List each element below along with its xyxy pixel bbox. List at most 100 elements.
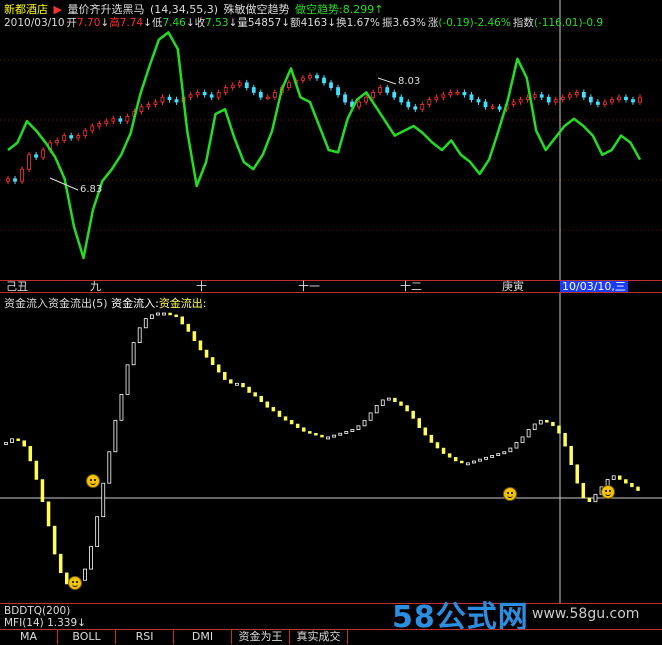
- high-annotation: 8.03: [398, 76, 421, 87]
- candle-body: [364, 96, 369, 103]
- vol-value: 54857: [247, 17, 282, 29]
- flow-bar-out: [16, 438, 20, 442]
- tab-fund-king[interactable]: 资金为王: [232, 630, 290, 644]
- candle-body: [497, 106, 502, 110]
- flow-bar-out: [569, 445, 573, 465]
- candle-body: [153, 101, 158, 105]
- candle-body: [624, 96, 628, 100]
- fund-flow-chart[interactable]: [0, 293, 662, 603]
- tab-rsi[interactable]: RSI: [116, 630, 174, 644]
- tab-dmi[interactable]: DMI: [174, 630, 232, 644]
- flow-bar-in: [374, 405, 379, 414]
- flow-bar-out: [204, 349, 209, 358]
- tab-ma[interactable]: MA: [0, 630, 58, 644]
- flow-bar-in: [356, 425, 361, 430]
- candle-body: [265, 96, 270, 100]
- candle-body: [139, 106, 144, 113]
- mfi-label: MFI(14) 1.339: [4, 617, 78, 629]
- flow-bar-in: [235, 382, 239, 386]
- flow-bar-out: [447, 453, 452, 458]
- flow-bar-out: [587, 497, 592, 502]
- flow-bar-in: [137, 327, 142, 343]
- candle-body: [329, 82, 333, 89]
- flow-bar-out: [216, 364, 221, 373]
- flow-bar-out: [393, 397, 397, 403]
- flow-bar-in: [520, 436, 525, 443]
- time-axis: 己丑 九 十 十一 十二 庚寅 10/03/10,三: [0, 280, 662, 293]
- candle-body: [188, 94, 193, 98]
- tab-boll[interactable]: BOLL: [58, 630, 116, 644]
- candle-body: [209, 94, 214, 98]
- flow-bar-out: [460, 460, 464, 464]
- amp-value: 3.63%: [392, 17, 426, 29]
- flow-bar-in: [478, 458, 482, 462]
- chg-value: (-0.19)-2.46%: [438, 17, 511, 29]
- amp-label: 振: [381, 17, 393, 29]
- flow-bar-out: [52, 525, 57, 555]
- flow-bar-in: [156, 312, 160, 316]
- flow-bar-out: [186, 323, 191, 332]
- flow-bar-in: [538, 419, 543, 425]
- candle-body: [216, 92, 221, 98]
- flow-bar-out: [551, 421, 555, 427]
- axis-cursor-date: 10/03/10,三: [560, 280, 628, 293]
- flow-bar-in: [380, 399, 385, 406]
- smiley-icon: [503, 487, 517, 501]
- tab-real-volume[interactable]: 真实成交: [290, 630, 348, 644]
- candle-body: [595, 101, 600, 105]
- candle-body: [602, 101, 607, 105]
- candle-body: [97, 123, 102, 127]
- candle-body: [20, 168, 24, 182]
- candle-body: [104, 120, 109, 124]
- amt-label: 额: [290, 17, 301, 29]
- candle-body: [406, 101, 411, 108]
- high-label: 高: [109, 17, 120, 29]
- flow-bar-out: [22, 440, 26, 447]
- flow-bar-out: [575, 464, 579, 484]
- smiley-icon: [86, 474, 100, 488]
- price-chart[interactable]: [0, 0, 662, 280]
- flow-bar-out: [40, 479, 45, 502]
- candle-body: [6, 178, 10, 182]
- candle-body: [308, 75, 312, 79]
- turn-value: 1.67%: [346, 17, 380, 29]
- flow-bar-out: [399, 401, 403, 406]
- flow-bar-in: [386, 397, 391, 401]
- flow-bar-out: [271, 407, 276, 412]
- axis-label-sep: 九: [90, 280, 101, 293]
- candle-body: [357, 101, 362, 108]
- vol-label: 量: [237, 17, 248, 29]
- fund-flow-pane[interactable]: 资金流入资金流出(5) 资金流入:资金流出:: [0, 293, 662, 603]
- mfi-line: MFI(14) 1.339↓: [4, 617, 86, 629]
- candle-body: [146, 104, 151, 108]
- bddtq-label: BDDTQ(200): [4, 605, 71, 617]
- flow-bar-out: [192, 331, 197, 341]
- flow-bar-out: [423, 427, 428, 436]
- low-annotation: 6.83: [80, 184, 103, 195]
- flow-bar-out: [174, 314, 178, 318]
- flow-bar-in: [10, 438, 14, 443]
- flow-bar-out: [283, 416, 288, 421]
- flow-bar-in: [344, 430, 349, 434]
- flow-bar-out: [295, 423, 300, 428]
- flow-bar-out: [253, 392, 257, 397]
- flow-bar-out: [229, 379, 233, 384]
- candle-body: [272, 92, 277, 98]
- flow-bar-out: [441, 447, 446, 454]
- price-chart-pane[interactable]: 新都酒店 ▶ 量价齐升选黑马 (14,34,55,3) 殊敏做空趋势 做空趋势:…: [0, 0, 662, 280]
- flow-bar-in: [332, 434, 337, 438]
- flow-bar-out: [34, 460, 39, 480]
- flow-bar-out: [636, 486, 640, 491]
- flow-bar-out: [618, 475, 622, 480]
- close-label: 收: [194, 17, 206, 29]
- flow-bar-out: [210, 357, 215, 366]
- flow-bar-in: [131, 342, 136, 366]
- candle-body: [631, 99, 635, 103]
- candle-body: [237, 82, 242, 86]
- candle-body: [90, 125, 95, 132]
- flow-bar-out: [320, 434, 324, 438]
- flow-bar-in: [107, 451, 112, 484]
- candle-body: [476, 99, 481, 103]
- axis-label-nov: 十一: [298, 280, 320, 293]
- flow-bar-in: [368, 412, 373, 421]
